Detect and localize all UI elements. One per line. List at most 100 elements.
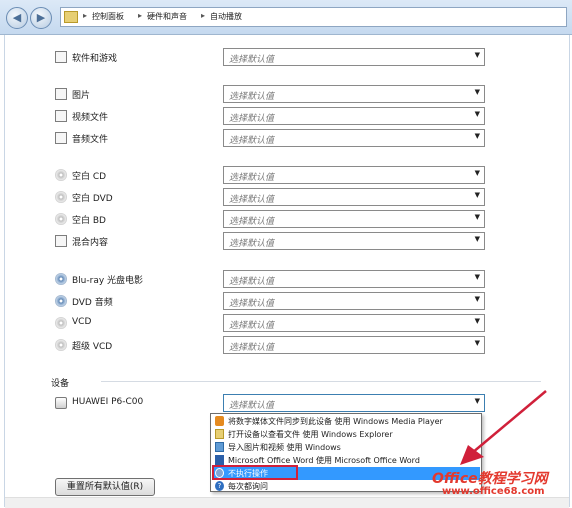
breadcrumb-hardware-sound[interactable]: 硬件和声音 xyxy=(147,11,187,22)
default-action-select[interactable]: 选择默认值 ▼ xyxy=(223,210,485,228)
media-row-blank-cd: 空白 CD 选择默认值 ▼ xyxy=(55,166,485,184)
default-action-select[interactable]: 选择默认值 ▼ xyxy=(223,292,485,310)
breadcrumb-autoplay[interactable]: 自动播放 xyxy=(210,11,242,22)
media-row-blank-bd: 空白 BD 选择默认值 ▼ xyxy=(55,210,485,228)
media-label: 音频文件 xyxy=(72,135,109,145)
video-file-icon xyxy=(55,110,67,122)
highlight-box xyxy=(212,465,298,480)
default-action-select[interactable]: 选择默认值 ▼ xyxy=(223,166,485,184)
chevron-down-icon: ▼ xyxy=(474,339,480,347)
media-label: 超级 VCD xyxy=(72,342,113,352)
option-open-explorer[interactable]: 打开设备以查看文件 使用 Windows Explorer xyxy=(212,428,480,441)
select-value: 选择默认值 xyxy=(229,277,275,287)
option-label: 打开设备以查看文件 使用 Windows Explorer xyxy=(228,430,393,439)
control-panel-folder-icon xyxy=(64,11,78,23)
bd-icon xyxy=(55,213,67,225)
default-action-select[interactable]: 选择默认值 ▼ xyxy=(223,48,485,66)
default-action-select[interactable]: 选择默认值 ▼ xyxy=(223,85,485,103)
chevron-down-icon: ▼ xyxy=(474,191,480,199)
device-action-select[interactable]: 选择默认值 ▼ xyxy=(223,394,485,412)
word-icon xyxy=(215,455,224,465)
select-value: 选择默认值 xyxy=(229,173,275,183)
default-action-select[interactable]: 选择默认值 ▼ xyxy=(223,270,485,288)
media-row-software: 软件和游戏 选择默认值 ▼ xyxy=(55,48,485,66)
chevron-down-icon: ▼ xyxy=(474,88,480,96)
media-row-audio: 音频文件 选择默认值 ▼ xyxy=(55,129,485,147)
select-value: 选择默认值 xyxy=(229,239,275,249)
breadcrumb-control-panel[interactable]: 控制面板 xyxy=(92,11,124,22)
default-action-select[interactable]: 选择默认值 ▼ xyxy=(223,314,485,332)
reset-defaults-button[interactable]: 重置所有默认值(R) xyxy=(55,478,155,496)
media-label: 视频文件 xyxy=(72,113,109,123)
devices-section-label: 设备 xyxy=(51,379,70,389)
option-label: 每次都询问 xyxy=(228,482,268,491)
default-action-select[interactable]: 选择默认值 ▼ xyxy=(223,129,485,147)
default-action-select[interactable]: 选择默认值 ▼ xyxy=(223,188,485,206)
vcd-icon xyxy=(55,317,67,329)
back-button[interactable]: ◀ xyxy=(6,7,28,29)
select-value: 选择默认值 xyxy=(229,321,275,331)
media-row-svcd: 超级 VCD 选择默认值 ▼ xyxy=(55,336,485,354)
chevron-down-icon: ▼ xyxy=(474,213,480,221)
red-arrow-annotation xyxy=(460,390,547,465)
svcd-icon xyxy=(55,339,67,351)
footer-bar xyxy=(5,497,569,508)
media-label: 软件和游戏 xyxy=(72,54,118,64)
forward-button[interactable]: ▶ xyxy=(30,7,52,29)
media-label: VCD xyxy=(72,317,92,327)
default-action-select[interactable]: 选择默认值 ▼ xyxy=(223,336,485,354)
media-label: 空白 DVD xyxy=(72,194,113,204)
breadcrumb-separator: ▸ xyxy=(138,11,143,20)
media-row-pictures: 图片 选择默认值 ▼ xyxy=(55,85,485,103)
phone-icon xyxy=(55,397,67,409)
media-label: 图片 xyxy=(72,91,91,101)
select-value: 选择默认值 xyxy=(229,195,275,205)
import-pictures-icon xyxy=(215,442,224,452)
select-value: 选择默认值 xyxy=(229,299,275,309)
chevron-down-icon: ▼ xyxy=(474,273,480,281)
media-row-blank-dvd: 空白 DVD 选择默认值 ▼ xyxy=(55,188,485,206)
select-value: 选择默认值 xyxy=(229,114,275,124)
media-row-vcd: VCD 选择默认值 ▼ xyxy=(55,314,485,332)
default-action-select[interactable]: 选择默认值 ▼ xyxy=(223,107,485,125)
address-bar[interactable]: ▸ 控制面板 ▸ 硬件和声音 ▸ 自动播放 xyxy=(60,7,567,27)
explorer-folder-icon xyxy=(215,429,224,439)
cd-icon xyxy=(55,169,67,181)
media-label: 空白 CD xyxy=(72,172,107,182)
device-label: HUAWEI P6-C00 xyxy=(72,397,144,407)
title-bar: ◀ ▶ ▸ 控制面板 ▸ 硬件和声音 ▸ 自动播放 xyxy=(0,0,572,35)
chevron-down-icon: ▼ xyxy=(474,132,480,140)
help-icon: ? xyxy=(215,481,224,491)
media-row-dvd-audio: DVD 音频 选择默认值 ▼ xyxy=(55,292,485,310)
media-row-bluray: Blu-ray 光盘电影 选择默认值 ▼ xyxy=(55,270,485,288)
media-label: 混合内容 xyxy=(72,238,109,248)
picture-icon xyxy=(55,88,67,100)
media-label: Blu-ray 光盘电影 xyxy=(72,276,144,286)
default-action-select[interactable]: 选择默认值 ▼ xyxy=(223,232,485,250)
option-label: 导入图片和视频 使用 Windows xyxy=(228,443,341,452)
option-sync-media[interactable]: 将数字媒体文件同步到此设备 使用 Windows Media Player xyxy=(212,415,480,428)
audio-file-icon xyxy=(55,132,67,144)
chevron-down-icon: ▼ xyxy=(474,317,480,325)
media-row-video: 视频文件 选择默认值 ▼ xyxy=(55,107,485,125)
dvd-icon xyxy=(55,191,67,203)
select-value: 选择默认值 xyxy=(229,55,275,65)
media-player-icon xyxy=(215,416,224,426)
device-row-huawei: HUAWEI P6-C00 选择默认值 ▼ xyxy=(55,394,485,412)
dvd-audio-icon xyxy=(55,295,67,307)
breadcrumb-separator: ▸ xyxy=(201,11,206,20)
select-value: 选择默认值 xyxy=(229,343,275,353)
option-import-pictures[interactable]: 导入图片和视频 使用 Windows xyxy=(212,441,480,454)
chevron-down-icon: ▼ xyxy=(474,169,480,177)
select-value: 选择默认值 xyxy=(229,401,275,411)
watermark-url: www.office68.com xyxy=(442,486,545,497)
watermark-title: Office教程学习网 xyxy=(432,471,548,487)
select-value: 选择默认值 xyxy=(229,136,275,146)
chevron-down-icon: ▼ xyxy=(474,295,480,303)
mixed-content-icon xyxy=(55,235,67,247)
select-value: 选择默认值 xyxy=(229,92,275,102)
select-value: 选择默认值 xyxy=(229,217,275,227)
chevron-down-icon: ▼ xyxy=(474,51,480,59)
media-label: 空白 BD xyxy=(72,216,106,226)
option-label: 将数字媒体文件同步到此设备 使用 Windows Media Player xyxy=(228,417,443,426)
